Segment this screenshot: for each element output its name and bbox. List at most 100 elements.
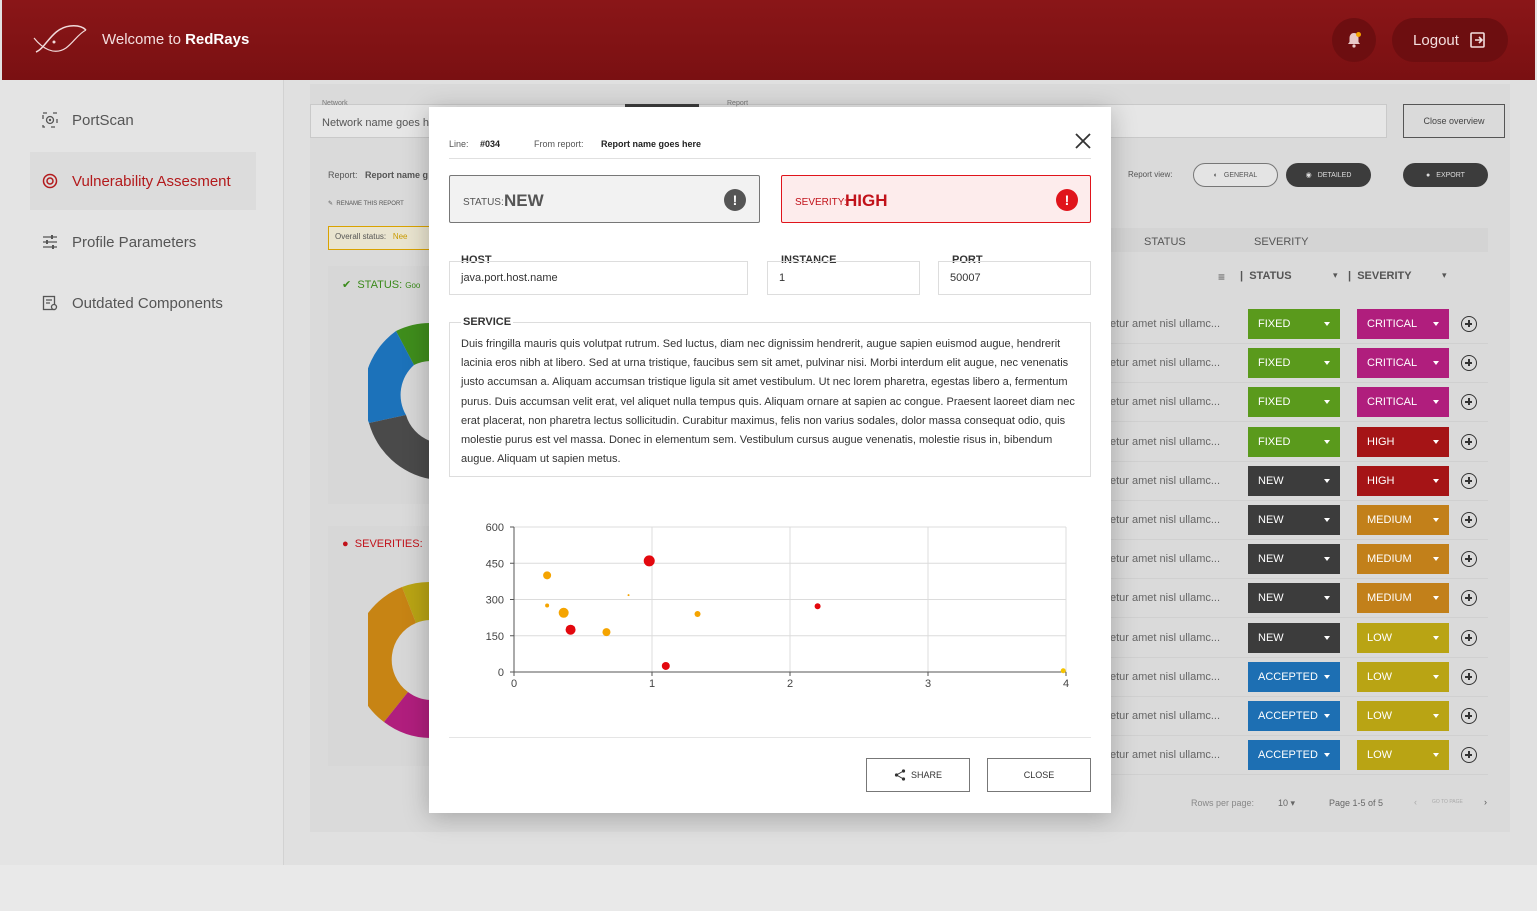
severity-dropdown[interactable]: HIGH bbox=[1357, 427, 1449, 457]
status-dropdown[interactable]: FIXED bbox=[1248, 309, 1340, 339]
rename-report-link[interactable]: ✎ RENAME THIS REPORT bbox=[328, 200, 404, 207]
severity-dropdown[interactable]: LOW bbox=[1357, 623, 1449, 653]
severity-dropdown[interactable]: CRITICAL bbox=[1357, 348, 1449, 378]
severity-dropdown[interactable]: HIGH bbox=[1357, 466, 1449, 496]
status-dropdown[interactable]: NEW bbox=[1248, 466, 1340, 496]
rows-per-page-select[interactable]: 10 ▾ bbox=[1278, 798, 1295, 809]
severity-dropdown[interactable]: LOW bbox=[1357, 740, 1449, 770]
footer-band bbox=[0, 865, 1537, 911]
next-page-icon[interactable]: › bbox=[1484, 797, 1487, 807]
view-detailed-button[interactable]: ◉ DETAILED bbox=[1286, 163, 1371, 187]
add-circle-icon[interactable] bbox=[1461, 747, 1477, 763]
severity-dropdown[interactable]: LOW bbox=[1357, 662, 1449, 692]
severities-donut bbox=[368, 582, 430, 738]
sidebar-item-label: Vulnerability Assesment bbox=[72, 172, 231, 190]
port-field[interactable]: 50007 bbox=[938, 261, 1091, 295]
y-tick-label: 600 bbox=[486, 522, 504, 534]
service-description: Duis fringilla mauris quis volutpat rutr… bbox=[449, 322, 1091, 477]
sidebar-item-profile-parameters[interactable]: Profile Parameters bbox=[30, 213, 256, 271]
severity-dropdown[interactable]: CRITICAL bbox=[1357, 309, 1449, 339]
close-icon[interactable] bbox=[1073, 131, 1093, 151]
status-donut bbox=[368, 323, 430, 479]
row-description: etur amet nisl ullamc... bbox=[1110, 357, 1221, 369]
add-circle-icon[interactable] bbox=[1461, 669, 1477, 685]
add-circle-icon[interactable] bbox=[1461, 394, 1477, 410]
notifications-button[interactable] bbox=[1332, 18, 1376, 62]
scatter-point bbox=[661, 661, 670, 670]
sidebar: PortScan Vulnerability Assesment Profile… bbox=[0, 80, 284, 865]
status-dropdown[interactable]: NEW bbox=[1248, 623, 1340, 653]
close-overview-button[interactable]: Close overview bbox=[1403, 104, 1505, 138]
bell-icon bbox=[1348, 32, 1361, 48]
status-dropdown[interactable]: FIXED bbox=[1248, 427, 1340, 457]
status-dropdown-value: FIXED bbox=[1258, 357, 1291, 369]
status-dropdown[interactable]: FIXED bbox=[1248, 348, 1340, 378]
add-circle-icon[interactable] bbox=[1461, 355, 1477, 371]
x-tick-label: 4 bbox=[1063, 678, 1069, 690]
instance-field[interactable]: 1 bbox=[767, 261, 920, 295]
sidebar-item-label: Outdated Components bbox=[72, 294, 223, 312]
add-circle-icon[interactable] bbox=[1461, 512, 1477, 528]
goto-page-input[interactable]: GO TO PAGE bbox=[1432, 799, 1463, 805]
caret-down-icon bbox=[1433, 400, 1439, 404]
sidebar-item-outdated-components[interactable]: Outdated Components bbox=[30, 274, 256, 332]
share-button[interactable]: SHARE bbox=[866, 758, 970, 792]
status-dropdown[interactable]: ACCEPTED bbox=[1248, 701, 1340, 731]
sidebar-item-portscan[interactable]: PortScan bbox=[30, 91, 256, 149]
status-dropdown-value: NEW bbox=[1258, 475, 1284, 487]
severity-dropdown-value: LOW bbox=[1367, 671, 1393, 683]
scatter-point bbox=[602, 628, 611, 637]
close-button[interactable]: CLOSE bbox=[987, 758, 1091, 792]
severity-indicator: SEVERITY: HIGH ! bbox=[781, 175, 1091, 223]
sidebar-item-vulnerability-assesment[interactable]: Vulnerability Assesment bbox=[30, 152, 256, 210]
sort-icon[interactable]: ≡ bbox=[1218, 270, 1225, 284]
status-card-title: ✔ STATUS: Goo bbox=[342, 279, 421, 291]
caret-down-icon bbox=[1433, 675, 1439, 679]
severity-filter[interactable]: | SEVERITY bbox=[1348, 270, 1412, 282]
add-circle-icon[interactable] bbox=[1461, 708, 1477, 724]
share-icon bbox=[894, 769, 906, 781]
status-dropdown[interactable]: NEW bbox=[1248, 544, 1340, 574]
y-tick-label: 450 bbox=[486, 558, 504, 570]
severity-dropdown[interactable]: LOW bbox=[1357, 701, 1449, 731]
row-description: etur amet nisl ullamc... bbox=[1110, 592, 1221, 604]
status-dropdown-value: FIXED bbox=[1258, 396, 1291, 408]
logout-button[interactable]: Logout bbox=[1392, 18, 1508, 62]
status-dropdown[interactable]: NEW bbox=[1248, 505, 1340, 535]
caret-down-icon bbox=[1324, 322, 1330, 326]
chevron-down-icon[interactable]: ▾ bbox=[1333, 270, 1338, 281]
line-value: #034 bbox=[480, 139, 501, 149]
column-status: STATUS bbox=[1144, 236, 1186, 248]
severity-dropdown[interactable]: CRITICAL bbox=[1357, 387, 1449, 417]
status-dropdown[interactable]: ACCEPTED bbox=[1248, 662, 1340, 692]
scatter-point bbox=[643, 555, 655, 567]
caret-down-icon bbox=[1324, 361, 1330, 365]
status-dropdown[interactable]: FIXED bbox=[1248, 387, 1340, 417]
severity-dropdown[interactable]: MEDIUM bbox=[1357, 505, 1449, 535]
add-circle-icon[interactable] bbox=[1461, 434, 1477, 450]
chevron-down-icon[interactable]: ▾ bbox=[1442, 270, 1447, 281]
x-tick-label: 0 bbox=[511, 678, 517, 690]
row-divider bbox=[1110, 578, 1488, 579]
view-general-button[interactable]: ◐ GENERAL bbox=[1193, 163, 1278, 187]
prev-page-icon[interactable]: ‹ bbox=[1414, 797, 1417, 807]
caret-down-icon bbox=[1433, 714, 1439, 718]
add-circle-icon[interactable] bbox=[1461, 590, 1477, 606]
add-circle-icon[interactable] bbox=[1461, 473, 1477, 489]
status-dropdown[interactable]: ACCEPTED bbox=[1248, 740, 1340, 770]
severity-dropdown-value: LOW bbox=[1367, 710, 1393, 722]
status-dropdown[interactable]: NEW bbox=[1248, 583, 1340, 613]
caret-down-icon bbox=[1324, 440, 1330, 444]
host-field[interactable]: java.port.host.name bbox=[449, 261, 748, 295]
add-circle-icon[interactable] bbox=[1461, 551, 1477, 567]
export-button[interactable]: ● EXPORT bbox=[1403, 163, 1488, 187]
severity-dropdown[interactable]: MEDIUM bbox=[1357, 583, 1449, 613]
add-circle-icon[interactable] bbox=[1461, 316, 1477, 332]
scatter-point bbox=[1060, 668, 1066, 674]
caret-down-icon bbox=[1324, 596, 1330, 600]
severity-dropdown-value: LOW bbox=[1367, 632, 1393, 644]
severity-dropdown[interactable]: MEDIUM bbox=[1357, 544, 1449, 574]
y-tick-label: 0 bbox=[498, 667, 504, 679]
status-filter[interactable]: | STATUS bbox=[1240, 270, 1292, 282]
add-circle-icon[interactable] bbox=[1461, 630, 1477, 646]
